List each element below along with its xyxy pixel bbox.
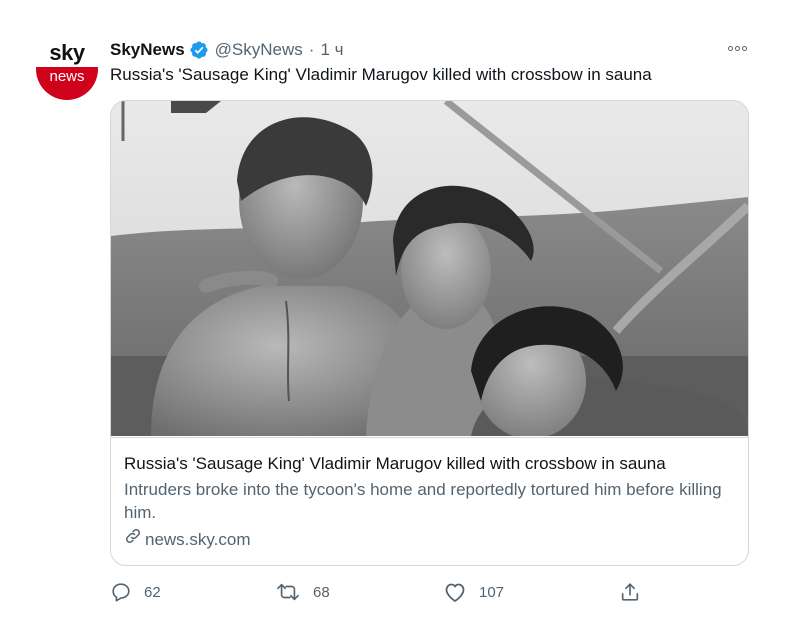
like-icon (443, 581, 467, 603)
card-body[interactable]: Russia's 'Sausage King' Vladimir Marugov… (111, 437, 748, 565)
link-card[interactable]: Russia's 'Sausage King' Vladimir Marugov… (110, 100, 749, 566)
author-name[interactable]: SkyNews (110, 40, 185, 60)
reply-icon (110, 581, 132, 603)
verified-badge-icon (189, 40, 209, 60)
timestamp[interactable]: 1 ч (320, 40, 343, 60)
link-icon (124, 527, 142, 552)
tweet-actions: 62 68 107 (0, 576, 811, 608)
card-title: Russia's 'Sausage King' Vladimir Marugov… (124, 454, 666, 473)
retweet-icon (275, 581, 301, 603)
avatar-news-text: news (49, 68, 85, 85)
author-handle[interactable]: @SkyNews (215, 40, 303, 60)
separator-dot: · (308, 40, 315, 59)
share-button[interactable] (619, 576, 641, 608)
reply-count: 62 (144, 583, 161, 601)
card-image[interactable] (111, 101, 748, 436)
share-icon (619, 581, 641, 603)
tweet[interactable]: sky news SkyNews @SkyNews · 1 ч Russia's… (0, 0, 811, 625)
tweet-text: Russia's 'Sausage King' Vladimir Marugov… (110, 65, 652, 84)
tweet-header: SkyNews @SkyNews · 1 ч (110, 38, 344, 62)
like-count: 107 (479, 583, 505, 601)
avatar[interactable]: sky news (36, 38, 98, 100)
retweet-button[interactable]: 68 (275, 576, 330, 608)
card-description: Intruders broke into the tycoon's home a… (124, 480, 722, 522)
like-button[interactable]: 107 (443, 576, 504, 608)
reply-button[interactable]: 62 (110, 576, 161, 608)
avatar-sky-text: sky (49, 40, 85, 65)
retweet-count: 68 (313, 583, 330, 601)
card-domain-text[interactable]: news.sky.com (145, 528, 251, 552)
card-domain: news.sky.com (124, 527, 735, 552)
more-options-icon[interactable] (722, 38, 752, 58)
